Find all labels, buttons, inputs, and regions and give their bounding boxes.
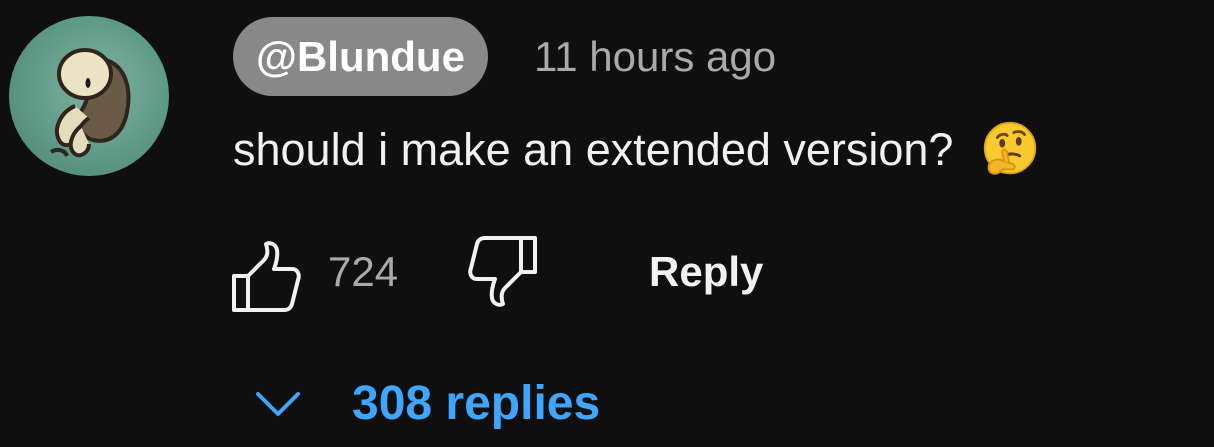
thumbs-up-icon (232, 241, 301, 312)
avatar-image (49, 48, 131, 158)
like-button[interactable] (228, 236, 304, 312)
comment-body: should i make an extended version? (233, 114, 1041, 186)
dislike-button[interactable] (465, 232, 541, 308)
thinking-face-icon (979, 119, 1041, 181)
replies-count-label: 308 replies (352, 377, 601, 430)
author-name[interactable]: @Blundue (233, 17, 488, 96)
chevron-down-icon (252, 378, 304, 430)
like-count: 724 (328, 248, 399, 295)
comment-text: should i make an extended version? (233, 124, 954, 175)
view-replies-button[interactable]: 308 replies (252, 366, 600, 442)
avatar[interactable] (9, 16, 169, 176)
comment-timestamp[interactable]: 11 hours ago (534, 17, 776, 96)
thumbs-down-icon (468, 236, 537, 307)
reply-button[interactable]: Reply (649, 232, 763, 312)
